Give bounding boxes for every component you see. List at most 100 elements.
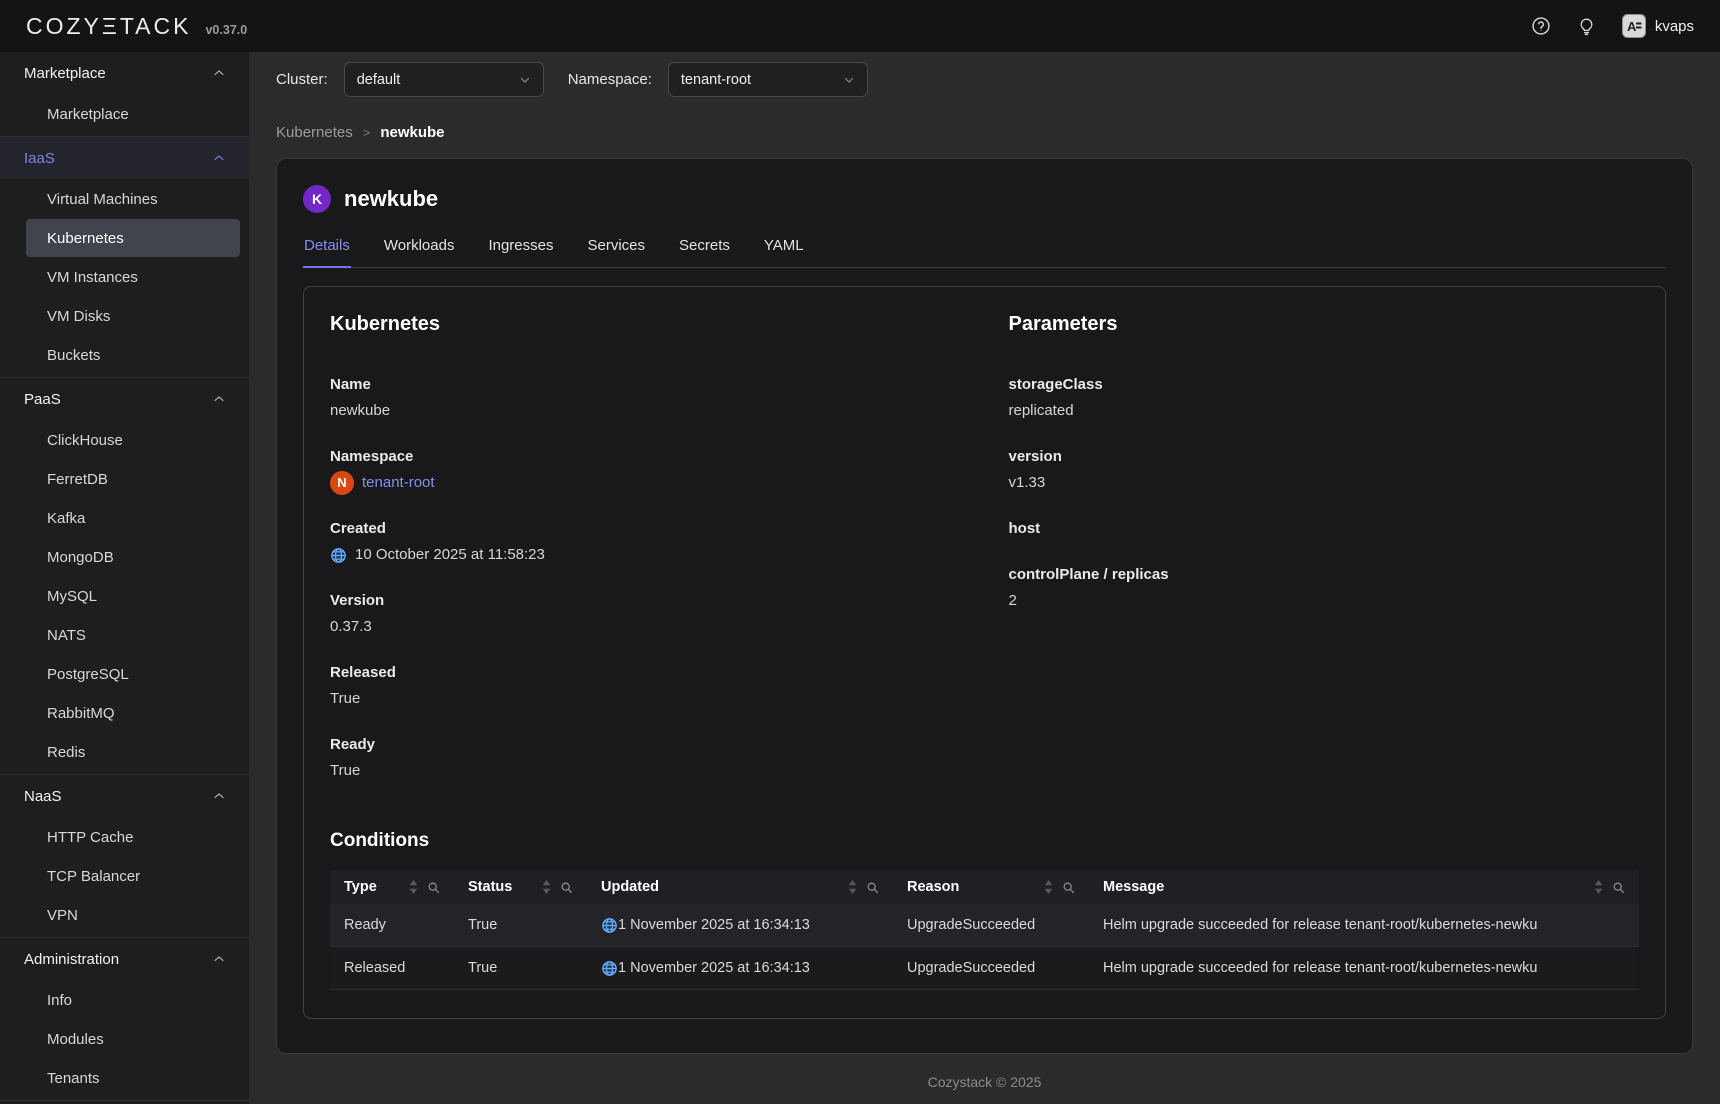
sidebar-item-nats[interactable]: NATS (26, 616, 240, 654)
column-title: Type (344, 879, 377, 895)
sidebar-item-virtual-machines[interactable]: Virtual Machines (26, 180, 240, 218)
field-label: version (1009, 444, 1640, 470)
column-icons (838, 880, 879, 894)
namespace-select-value: tenant-root (681, 72, 751, 88)
column-title: Updated (601, 879, 659, 895)
sidebar-item-clickhouse[interactable]: ClickHouse (26, 421, 240, 459)
tab-workloads[interactable]: Workloads (383, 227, 456, 267)
details-right-heading: Parameters (1009, 313, 1640, 336)
user-avatar: A (1622, 14, 1646, 38)
sidebar-item-tenants[interactable]: Tenants (26, 1059, 240, 1097)
resource-card: K newkube Details Workloads Ingresses Servi… (276, 158, 1693, 1054)
sidebar-item-vpn[interactable]: VPN (26, 896, 240, 934)
search-icon[interactable] (560, 881, 573, 894)
sidebar-item-info[interactable]: Info (26, 981, 240, 1019)
sidebar-section-label: Marketplace (24, 65, 106, 82)
field-label: Created (330, 516, 961, 542)
sort-icon[interactable] (542, 880, 551, 894)
tab-yaml[interactable]: YAML (763, 227, 805, 267)
sidebar-section-header-paas[interactable]: PaaS (0, 378, 249, 420)
details-right-fields: storageClassreplicatedversionv1.33hostco… (1009, 372, 1640, 614)
sidebar-item-rabbitmq[interactable]: RabbitMQ (26, 694, 240, 732)
sort-icon[interactable] (1594, 880, 1603, 894)
field-label: Version (330, 588, 961, 614)
sidebar-item-mongodb[interactable]: MongoDB (26, 538, 240, 576)
sidebar-item-postgresql[interactable]: PostgreSQL (26, 655, 240, 693)
sidebar-section-header-iaas[interactable]: IaaS (0, 137, 249, 179)
tab-ingresses[interactable]: Ingresses (487, 227, 554, 267)
column-icons (532, 880, 573, 894)
sidebar-item-modules[interactable]: Modules (26, 1020, 240, 1058)
help-icon[interactable] (1531, 16, 1551, 36)
column-header-message: Message (1089, 870, 1639, 904)
sidebar-item-vm-instances[interactable]: VM Instances (26, 258, 240, 296)
header-actions: A kvaps (1531, 14, 1694, 38)
namespace-select[interactable]: tenant-root (668, 62, 868, 97)
namespace-link[interactable]: tenant-root (362, 470, 435, 496)
sidebar-section-items: Marketplace (0, 95, 249, 133)
user-menu[interactable]: A kvaps (1622, 14, 1694, 38)
tab-services[interactable]: Services (587, 227, 647, 267)
search-icon[interactable] (1062, 881, 1075, 894)
field-version: Version0.37.3 (330, 588, 961, 640)
sidebar-item-tcp-balancer[interactable]: TCP Balancer (26, 857, 240, 895)
cluster-select[interactable]: default (344, 62, 544, 97)
tab-secrets[interactable]: Secrets (678, 227, 731, 267)
chevron-up-icon (213, 152, 225, 164)
namespace-label: Namespace: (568, 71, 652, 88)
field-storageclass: storageClassreplicated (1009, 372, 1640, 424)
app-logo: COZYΞTACK (26, 13, 191, 40)
cluster-label: Cluster: (276, 71, 328, 88)
search-icon[interactable] (866, 881, 879, 894)
column-title: Reason (907, 879, 959, 895)
cluster-filter: Cluster: default (276, 62, 544, 97)
cell-updated: 1 November 2025 at 16:34:13 (587, 947, 893, 989)
cell-updated-text: 1 November 2025 at 16:34:13 (618, 960, 810, 976)
breadcrumb-parent[interactable]: Kubernetes (276, 124, 353, 141)
cell-updated: 1 November 2025 at 16:34:13 (587, 904, 893, 946)
sidebar-section-items: Virtual MachinesKubernetesVM InstancesVM… (0, 180, 249, 374)
globe-icon (601, 960, 618, 977)
sort-icon[interactable] (1044, 880, 1053, 894)
column-icons (1584, 880, 1625, 894)
namespace-filter: Namespace: tenant-root (568, 62, 868, 97)
search-icon[interactable] (1612, 881, 1625, 894)
sidebar-section-header-marketplace[interactable]: Marketplace (0, 52, 249, 94)
field-value: True (330, 686, 961, 712)
tab-details[interactable]: Details (303, 227, 351, 267)
search-icon[interactable] (427, 881, 440, 894)
field-label: Ready (330, 732, 961, 758)
globe-icon (601, 917, 618, 934)
chevron-up-icon (213, 953, 225, 965)
kubernetes-avatar: K (303, 185, 331, 213)
sidebar-section-header-naas[interactable]: NaaS (0, 775, 249, 817)
chevron-up-icon (213, 67, 225, 79)
sidebar-item-ferretdb[interactable]: FerretDB (26, 460, 240, 498)
field-value: newkube (330, 398, 961, 424)
sort-icon[interactable] (409, 880, 418, 894)
sidebar-section-label: Administration (24, 951, 119, 968)
field-label: storageClass (1009, 372, 1640, 398)
namespace-avatar: N (330, 471, 354, 495)
field-value: replicated (1009, 398, 1640, 424)
sidebar-item-kubernetes[interactable]: Kubernetes (26, 219, 240, 257)
sidebar-section-items: HTTP CacheTCP BalancerVPN (0, 818, 249, 934)
sidebar-item-buckets[interactable]: Buckets (26, 336, 240, 374)
field-value: True (330, 758, 961, 784)
sidebar-item-redis[interactable]: Redis (26, 733, 240, 771)
sidebar-item-kafka[interactable]: Kafka (26, 499, 240, 537)
field-namespace: NamespaceNtenant-root (330, 444, 961, 496)
sidebar-item-marketplace[interactable]: Marketplace (26, 95, 240, 133)
sidebar-item-http-cache[interactable]: HTTP Cache (26, 818, 240, 856)
sidebar-item-mysql[interactable]: MySQL (26, 577, 240, 615)
conditions-heading: Conditions (330, 830, 1639, 852)
field-released: ReleasedTrue (330, 660, 961, 712)
field-label: Namespace (330, 444, 961, 470)
sort-icon[interactable] (848, 880, 857, 894)
field-host: host (1009, 516, 1640, 542)
sidebar-section-header-administration[interactable]: Administration (0, 938, 249, 980)
sidebar-item-vm-disks[interactable]: VM Disks (26, 297, 240, 335)
theme-toggle-bulb-icon[interactable] (1577, 17, 1596, 36)
field-label: controlPlane / replicas (1009, 562, 1640, 588)
cell-status: True (454, 904, 587, 946)
